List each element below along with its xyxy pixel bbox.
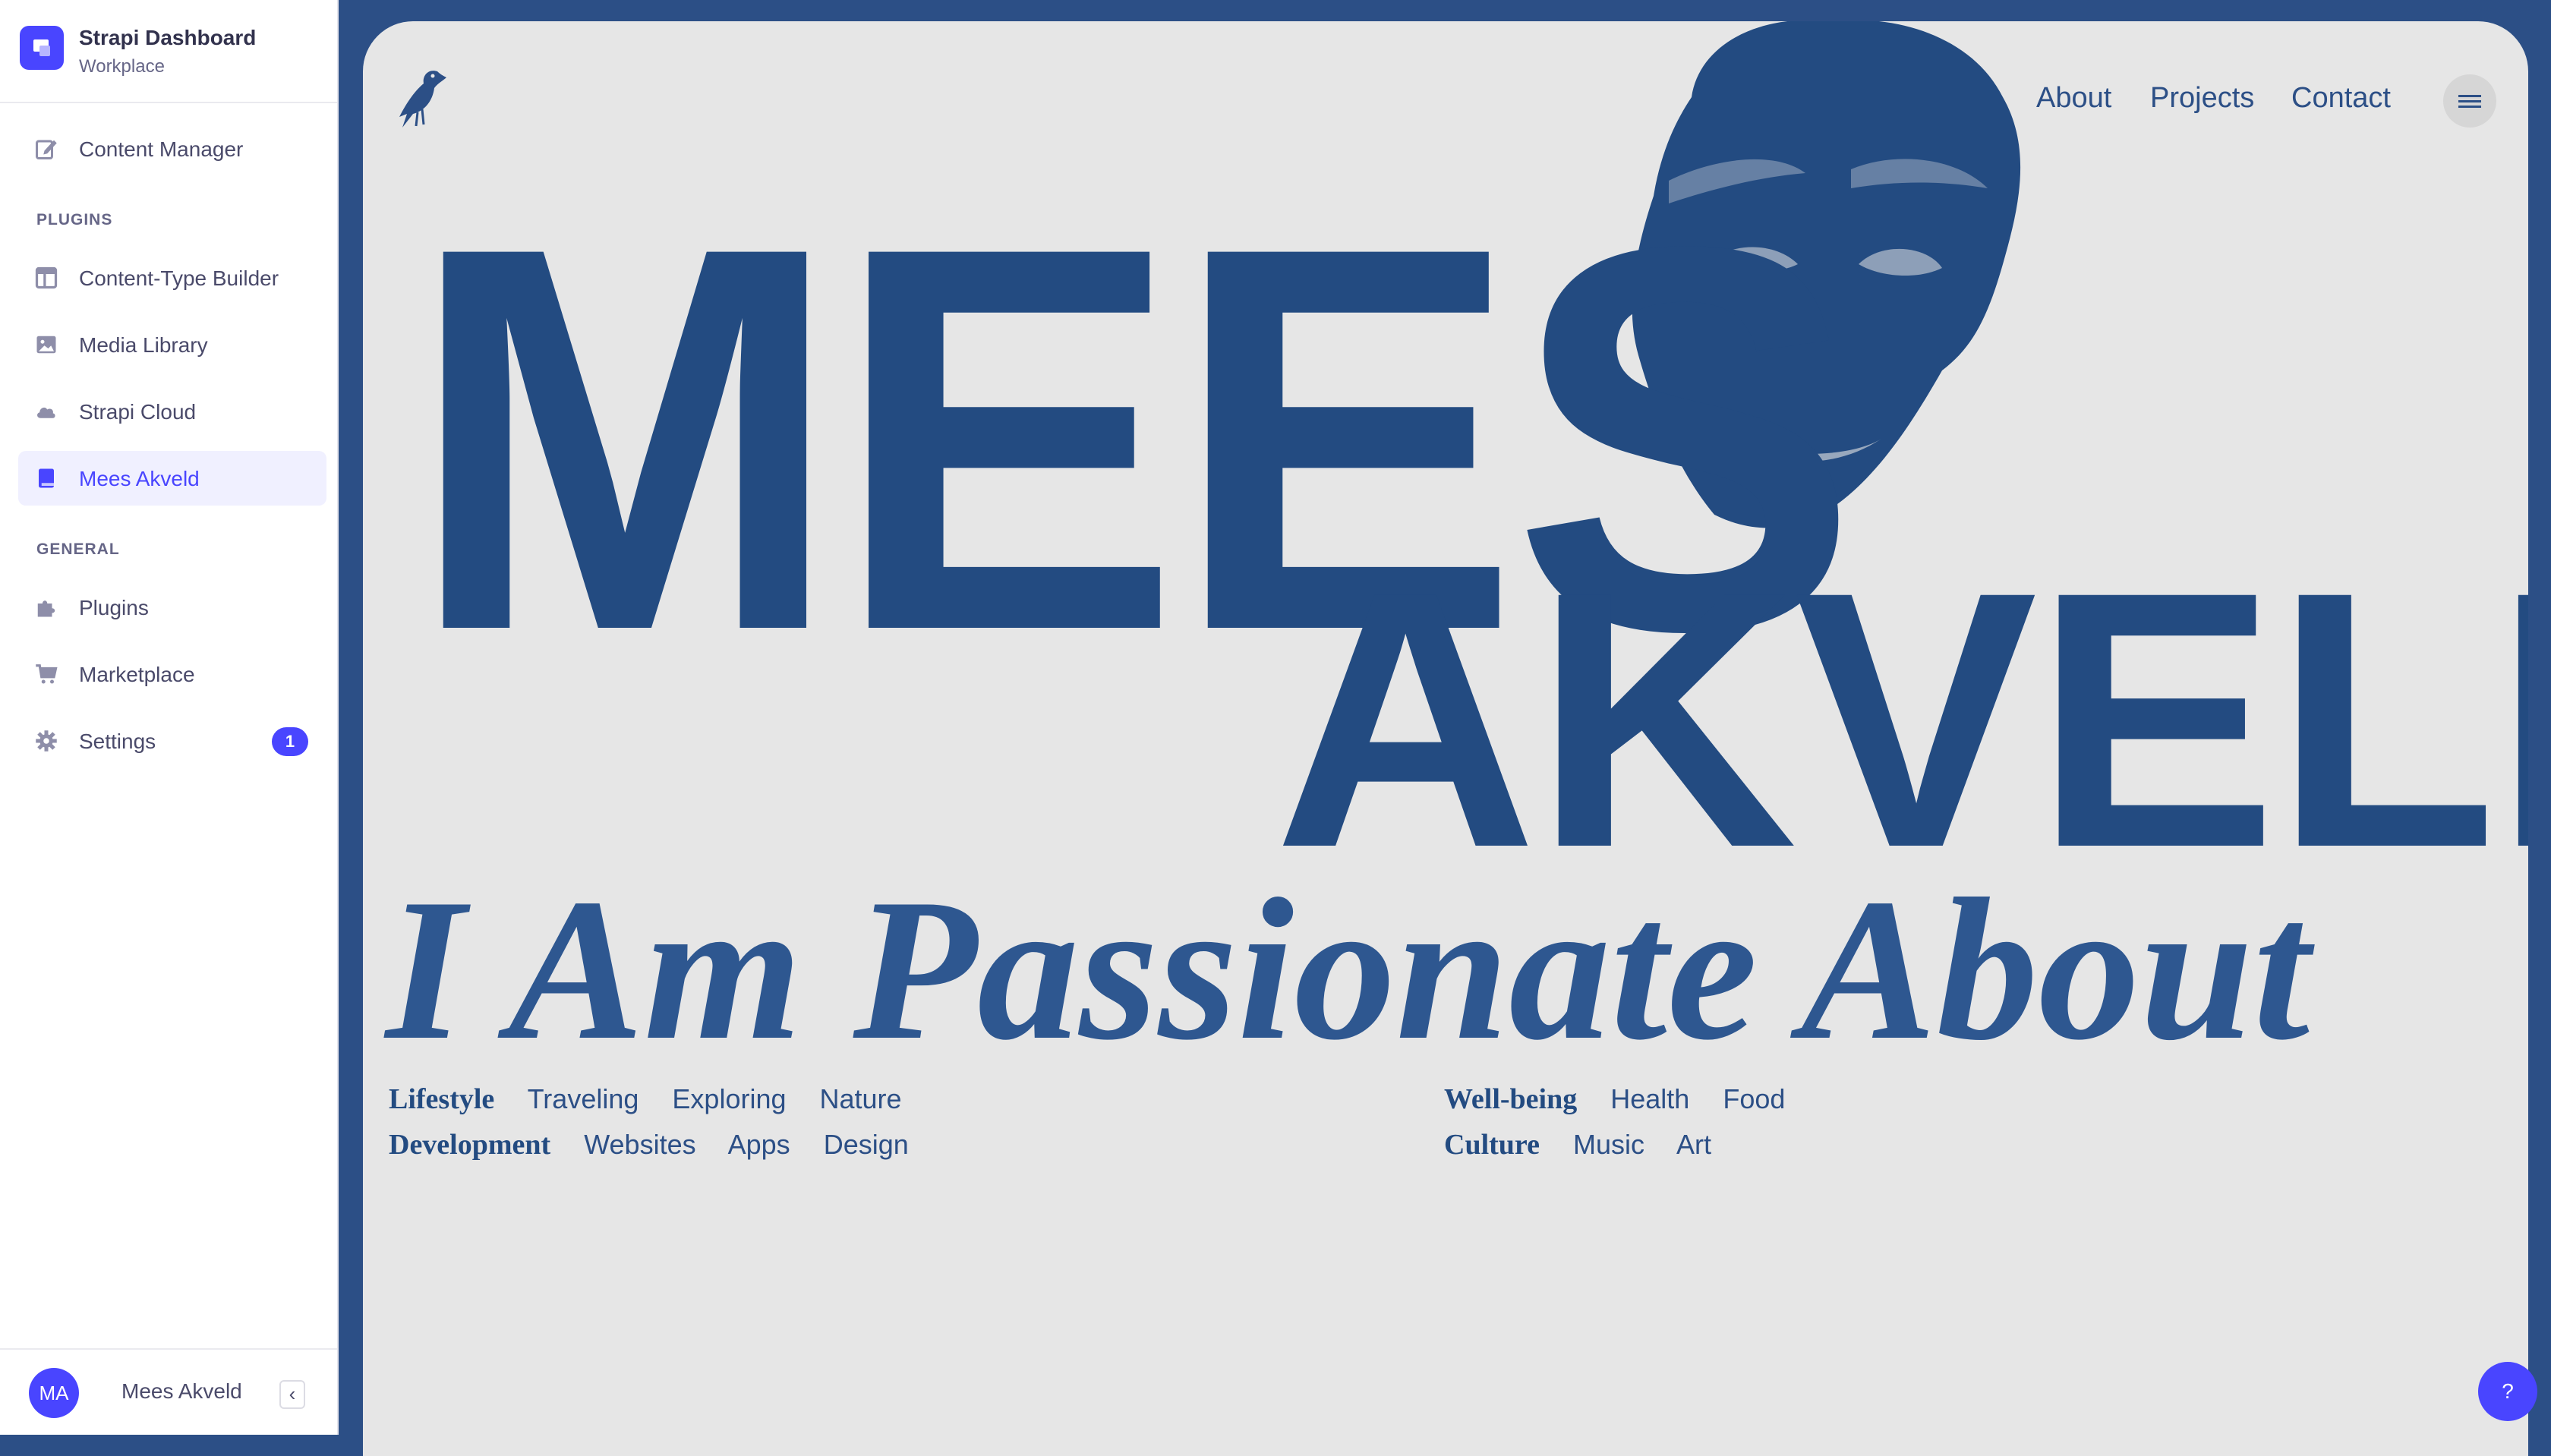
sidebar-item-strapi-cloud[interactable]: Strapi Cloud bbox=[18, 384, 326, 439]
interest-category: Development bbox=[389, 1129, 551, 1161]
interest-tag[interactable]: Art bbox=[1676, 1129, 1711, 1160]
sidebar-item-label: Media Library bbox=[79, 333, 208, 357]
sidebar-item-settings[interactable]: Settings 1 bbox=[18, 714, 326, 768]
gear-icon bbox=[36, 730, 57, 752]
puzzle-icon bbox=[37, 600, 55, 617]
interest-tag[interactable]: Websites bbox=[584, 1129, 695, 1160]
sidebar-item-label: Mees Akveld bbox=[79, 467, 200, 490]
cart-icon bbox=[36, 664, 58, 684]
nav-contact-link[interactable]: Contact bbox=[2291, 82, 2391, 115]
interest-category: Lifestyle bbox=[389, 1083, 495, 1115]
sidebar-item-label: Marketplace bbox=[79, 663, 195, 686]
sidebar-item-label: Strapi Cloud bbox=[79, 400, 197, 424]
user-name: Mees Akveld bbox=[121, 1379, 242, 1403]
brand-subtitle: Workplace bbox=[79, 56, 165, 77]
sidebar-item-content-type-builder[interactable]: Content-Type Builder bbox=[18, 251, 326, 305]
sidebar-item-marketplace[interactable]: Marketplace bbox=[18, 647, 326, 701]
hamburger-menu-button[interactable] bbox=[2443, 74, 2496, 128]
interest-tag[interactable]: Health bbox=[1610, 1083, 1689, 1114]
interest-category: Culture bbox=[1444, 1129, 1540, 1161]
interest-group-culture: Culture Music Art bbox=[1444, 1128, 1737, 1161]
avatar[interactable]: MA bbox=[29, 1368, 79, 1418]
interest-tag[interactable]: Food bbox=[1723, 1083, 1785, 1114]
pencil-square-icon bbox=[36, 140, 57, 159]
interest-tag[interactable]: Traveling bbox=[528, 1083, 639, 1114]
sidebar-item-mees-akveld[interactable]: Mees Akveld bbox=[18, 451, 326, 506]
sidebar-item-plugins[interactable]: Plugins bbox=[18, 580, 326, 635]
sidebar-item-label: Settings bbox=[79, 730, 156, 753]
cloud-icon bbox=[37, 407, 55, 418]
interest-group-well-being: Well-being Health Food bbox=[1444, 1083, 1811, 1116]
interest-tag[interactable]: Music bbox=[1573, 1129, 1644, 1160]
hero-last-name: AKVELD bbox=[1274, 515, 2528, 923]
sidebar-item-label: Content Manager bbox=[79, 137, 244, 161]
tagline-heading: I Am Passionate About bbox=[386, 856, 2310, 1082]
bird-logo-icon[interactable] bbox=[390, 64, 451, 132]
site-preview: About Projects Contact MEES AKVELD I Am … bbox=[363, 21, 2528, 1456]
notification-badge: 1 bbox=[272, 727, 308, 756]
sidebar-item-media-library[interactable]: Media Library bbox=[18, 317, 326, 372]
nav-projects-link[interactable]: Projects bbox=[2150, 82, 2254, 115]
brand-title: Strapi Dashboard bbox=[79, 26, 257, 49]
sidebar-item-content-manager[interactable]: Content Manager bbox=[18, 121, 326, 176]
interest-tag[interactable]: Design bbox=[824, 1129, 909, 1160]
sidebar-item-label: Plugins bbox=[79, 596, 149, 619]
book-icon bbox=[39, 468, 54, 488]
interest-tag[interactable]: Nature bbox=[820, 1083, 902, 1114]
collapse-sidebar-button[interactable]: ‹ bbox=[279, 1380, 305, 1409]
help-button[interactable]: ? bbox=[2478, 1362, 2537, 1421]
interest-group-development: Development Websites Apps Design bbox=[389, 1128, 935, 1161]
interest-tag[interactable]: Exploring bbox=[672, 1083, 786, 1114]
interest-group-lifestyle: Lifestyle Traveling Exploring Nature bbox=[389, 1083, 928, 1116]
sidebar-item-label: Content-Type Builder bbox=[79, 266, 279, 290]
brand-header: Strapi Dashboard Workplace bbox=[0, 0, 337, 103]
image-icon bbox=[36, 336, 56, 354]
plugins-heading: PLUGINS bbox=[36, 211, 113, 228]
strapi-logo-icon bbox=[20, 26, 64, 70]
general-heading: GENERAL bbox=[36, 540, 120, 558]
layout-icon bbox=[35, 266, 58, 289]
interest-category: Well-being bbox=[1444, 1083, 1578, 1115]
interest-tag[interactable]: Apps bbox=[728, 1129, 790, 1160]
user-profile: MA Mees Akveld ‹ bbox=[0, 1348, 337, 1436]
sidebar: Strapi Dashboard Workplace Content Manag… bbox=[0, 0, 339, 1435]
